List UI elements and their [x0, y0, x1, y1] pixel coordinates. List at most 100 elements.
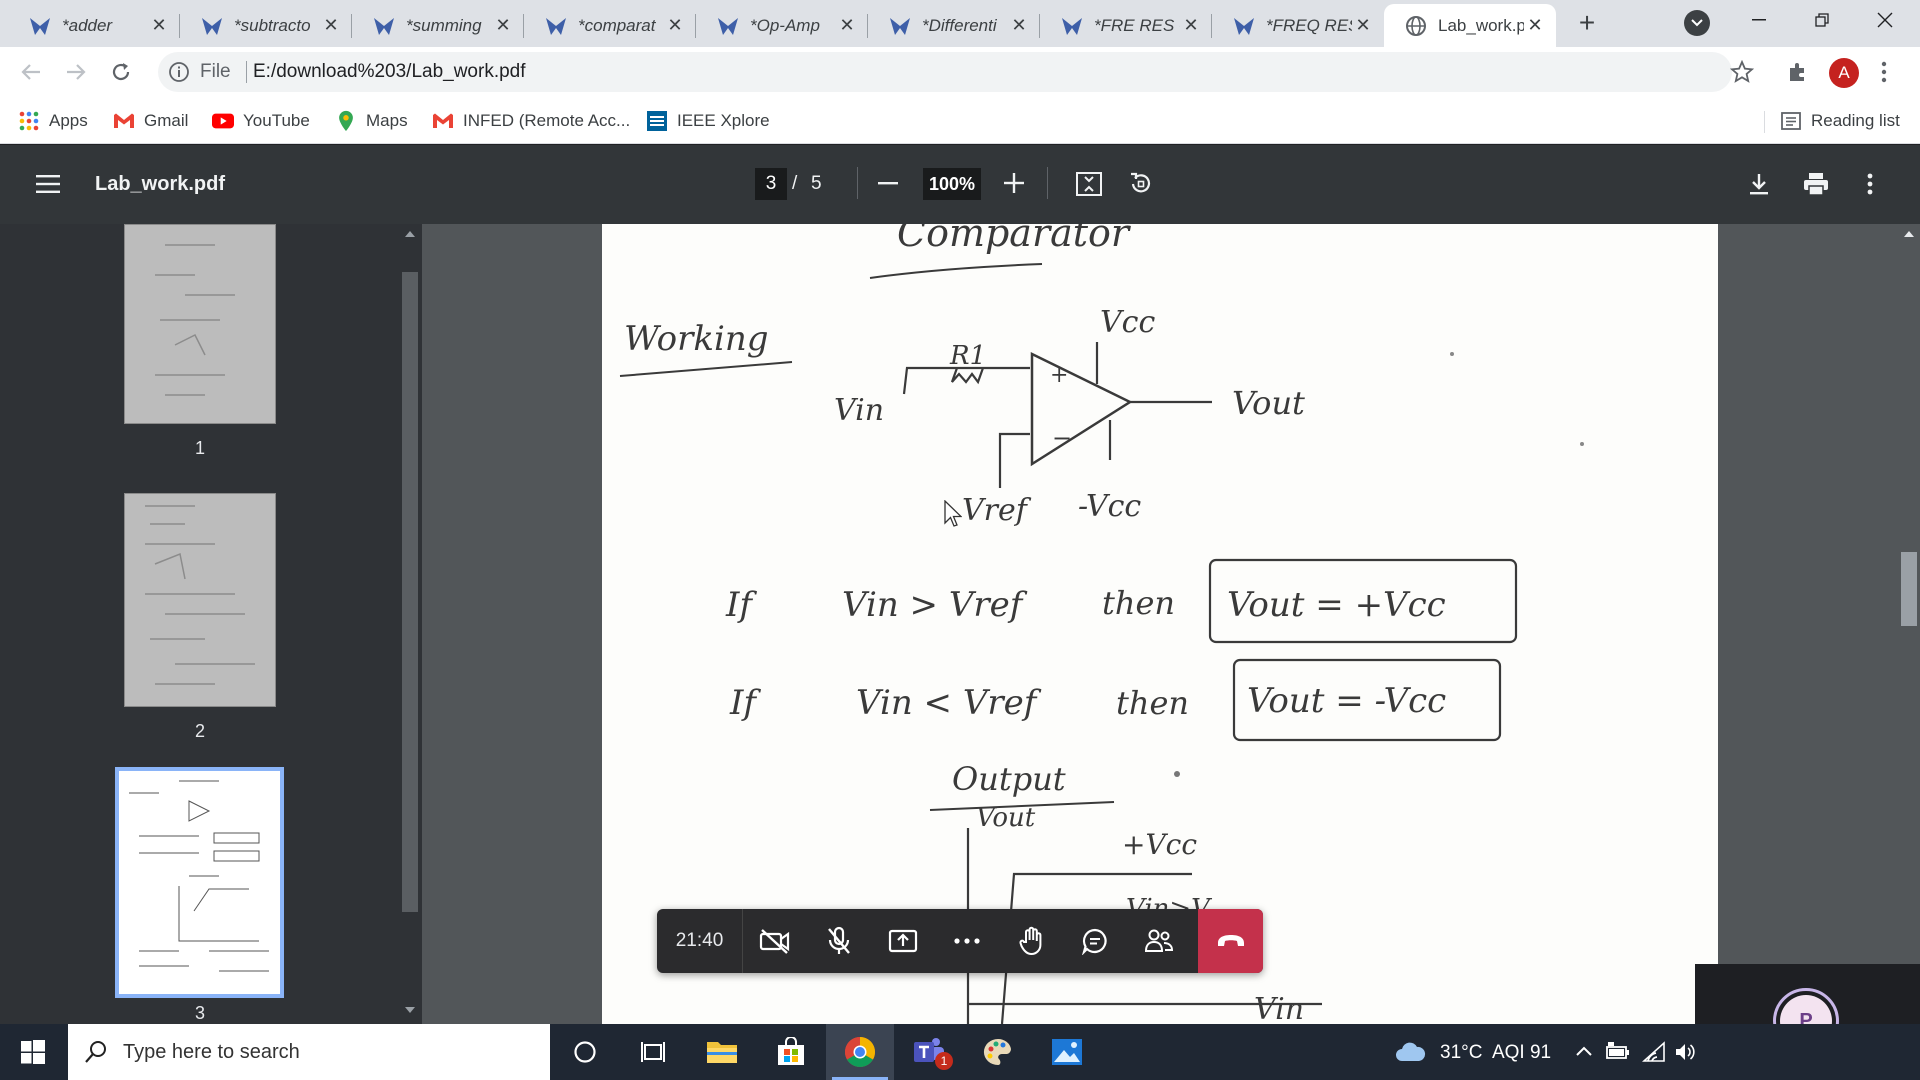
minimize-button[interactable]	[1730, 0, 1788, 40]
tab-search-button[interactable]	[1684, 10, 1710, 36]
tab-adder[interactable]: *adder ✕	[8, 4, 180, 47]
share-screen-button[interactable]	[871, 909, 935, 973]
wifi-icon[interactable]	[1642, 1041, 1666, 1063]
bookmark-star-icon[interactable]	[1730, 60, 1754, 84]
thumbnail-scribble	[129, 780, 269, 972]
bookmark-ieee[interactable]: IEEE Xplore	[646, 108, 770, 134]
close-icon[interactable]: ✕	[320, 15, 342, 37]
tab-label: Lab_work.p	[1438, 15, 1524, 35]
mouse-cursor-icon	[944, 500, 962, 527]
menu-kebab-icon[interactable]	[1880, 61, 1888, 83]
info-icon[interactable]	[168, 61, 190, 83]
result-1: Vout = +Vcc	[1227, 585, 1446, 625]
weather-text[interactable]: 31°C AQI 91	[1440, 1042, 1551, 1064]
close-window-button[interactable]	[1856, 0, 1914, 40]
sidebar-scrollbar[interactable]	[398, 224, 422, 1024]
page-thumbnail-2[interactable]	[124, 493, 276, 707]
mic-toggle-button[interactable]	[807, 909, 871, 973]
close-icon[interactable]: ✕	[664, 15, 686, 37]
reload-button[interactable]	[106, 57, 136, 87]
zoom-out-icon[interactable]	[878, 182, 898, 185]
photos-button[interactable]	[1033, 1024, 1101, 1080]
close-icon[interactable]: ✕	[1352, 15, 1374, 37]
taskbar-search-box[interactable]: Type here to search	[68, 1024, 550, 1080]
zoom-in-icon[interactable]	[1004, 173, 1024, 193]
address-bar[interactable]: File E:/download%203/Lab_work.pdf	[158, 52, 1754, 92]
zoom-level-input[interactable]: 100%	[923, 168, 981, 200]
scroll-up-arrow-icon[interactable]	[1903, 230, 1915, 238]
more-options-icon[interactable]	[1867, 173, 1873, 195]
fit-to-page-icon[interactable]	[1076, 172, 1102, 196]
back-button[interactable]	[16, 57, 46, 87]
download-icon[interactable]	[1748, 172, 1770, 196]
page-thumbnail-3-selected[interactable]	[115, 767, 284, 998]
forward-arrow-icon	[67, 64, 86, 80]
bookmark-gmail[interactable]: Gmail	[113, 108, 188, 134]
page-thumbnail-1[interactable]	[124, 224, 276, 424]
tab-freq-res[interactable]: *FREQ RES ✕	[1212, 4, 1384, 47]
reading-list-button[interactable]: Reading list	[1780, 108, 1900, 134]
tab-lab-work[interactable]: Lab_work.p ✕	[1384, 4, 1556, 47]
leave-call-button[interactable]	[1198, 909, 1263, 973]
bookmark-infed[interactable]: INFED (Remote Acc...	[432, 108, 630, 134]
weather-cloud-icon[interactable]	[1394, 1040, 1426, 1064]
url-text[interactable]: E:/download%203/Lab_work.pdf	[253, 61, 526, 83]
print-icon[interactable]	[1803, 172, 1829, 196]
participants-icon	[1144, 929, 1174, 952]
paint-button[interactable]	[964, 1024, 1032, 1080]
thumbnail-sidebar: 1 2 3	[0, 224, 422, 1024]
bookmark-label: INFED (Remote Acc...	[463, 111, 631, 130]
viewer-scroll-thumb[interactable]	[1901, 552, 1917, 626]
raise-hand-button[interactable]	[999, 909, 1063, 973]
new-tab-button[interactable]: +	[1572, 7, 1602, 38]
profile-avatar[interactable]: A	[1829, 58, 1859, 88]
tab-summing[interactable]: *summing ✕	[352, 4, 524, 47]
cortana-button[interactable]	[551, 1024, 619, 1080]
tab-fre-res[interactable]: *FRE RES C ✕	[1040, 4, 1212, 47]
close-icon[interactable]: ✕	[1180, 15, 1202, 37]
close-icon[interactable]: ✕	[492, 15, 514, 37]
viewer-scrollbar[interactable]	[1898, 224, 1920, 1024]
chrome-taskbar-button[interactable]	[826, 1024, 894, 1080]
tab-comparator[interactable]: *comparat ✕	[524, 4, 696, 47]
chat-button[interactable]	[1063, 909, 1127, 973]
battery-icon[interactable]	[1606, 1042, 1630, 1062]
hamburger-menu-icon[interactable]	[36, 174, 60, 194]
scroll-up-arrow-icon[interactable]	[404, 230, 416, 238]
sidebar-scroll-thumb[interactable]	[402, 272, 418, 912]
store-button[interactable]	[757, 1024, 825, 1080]
close-icon[interactable]: ✕	[836, 15, 858, 37]
volume-icon[interactable]	[1674, 1041, 1696, 1063]
document-app-icon	[374, 17, 394, 35]
vout-label: Vout	[1232, 384, 1305, 422]
bookmark-youtube[interactable]: YouTube	[212, 108, 310, 134]
result-2: Vout = -Vcc	[1247, 681, 1446, 721]
tab-differentiator[interactable]: *Differenti ✕	[868, 4, 1040, 47]
scroll-down-arrow-icon[interactable]	[404, 1006, 416, 1014]
participants-button[interactable]	[1127, 909, 1191, 973]
restore-button[interactable]	[1793, 0, 1851, 40]
tab-subtractor[interactable]: *subtracto ✕	[180, 4, 352, 47]
teams-button[interactable]: 1	[895, 1024, 963, 1080]
tab-op-amp[interactable]: *Op-Amp ✕	[696, 4, 868, 47]
rotate-icon[interactable]	[1128, 171, 1154, 197]
extensions-puzzle-icon[interactable]	[1786, 60, 1810, 84]
toolbar-divider	[1047, 167, 1048, 199]
vref-label: Vref	[962, 493, 1032, 528]
page-number-input[interactable]: 3	[755, 168, 787, 200]
bookmark-label: YouTube	[243, 111, 310, 130]
close-icon[interactable]: ✕	[1524, 15, 1546, 37]
bookmark-maps[interactable]: Maps	[335, 108, 408, 134]
close-icon[interactable]: ✕	[148, 15, 170, 37]
toolbar-divider	[857, 167, 858, 199]
file-explorer-button[interactable]	[688, 1024, 756, 1080]
start-button[interactable]	[0, 1024, 66, 1080]
task-view-button[interactable]	[619, 1024, 687, 1080]
forward-button[interactable]	[61, 57, 91, 87]
bookmark-apps[interactable]: Apps	[18, 108, 88, 134]
camera-toggle-button[interactable]	[743, 909, 807, 973]
pdf-viewer[interactable]: Comparator Working + − Vcc R1 Vin Vout V…	[422, 224, 1920, 1024]
chevron-up-icon[interactable]	[1576, 1046, 1592, 1056]
close-icon[interactable]: ✕	[1008, 15, 1030, 37]
more-actions-button[interactable]	[935, 909, 999, 973]
